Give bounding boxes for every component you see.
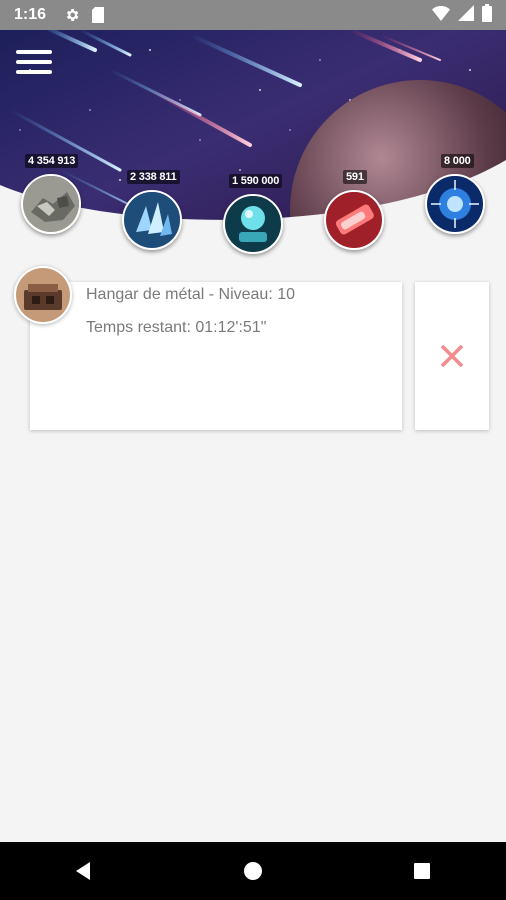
close-icon <box>440 344 464 368</box>
queue-item-title: Hangar de métal - Niveau: 10 <box>86 286 295 303</box>
back-icon <box>76 862 91 880</box>
home-button[interactable] <box>233 851 273 891</box>
resource-energy-blue[interactable]: 8 000 <box>425 154 485 234</box>
build-queue-card <box>30 282 402 430</box>
blue-energy-icon <box>425 174 485 234</box>
metal-ore-icon <box>21 174 81 234</box>
resource-count: 8 000 <box>441 154 474 168</box>
status-bar: 1:16 <box>0 0 506 30</box>
status-time: 1:16 <box>14 6 47 23</box>
signal-icon <box>458 4 474 26</box>
settings-icon <box>64 7 80 23</box>
sd-card-icon <box>92 7 105 23</box>
recents-button[interactable] <box>402 851 442 891</box>
resource-energy-red[interactable]: 591 <box>324 170 384 250</box>
deuterium-icon <box>223 194 283 254</box>
recents-icon <box>413 863 430 879</box>
wifi-icon <box>432 5 450 26</box>
crystal-icon <box>122 190 182 250</box>
resource-count: 2 338 811 <box>127 170 180 184</box>
resource-count: 1 590 000 <box>229 174 283 188</box>
back-button[interactable] <box>64 851 104 891</box>
resource-metal[interactable]: 4 354 913 <box>21 154 81 234</box>
resource-count: 591 <box>343 170 367 184</box>
red-energy-icon <box>324 190 384 250</box>
hamburger-menu-icon <box>16 50 52 54</box>
metal-hangar-icon <box>14 266 72 324</box>
queue-time-remaining: Temps restant: 01:12':51" <box>86 319 267 336</box>
menu-button[interactable] <box>16 50 52 80</box>
home-icon <box>243 862 262 880</box>
resource-count: 4 354 913 <box>25 154 79 168</box>
resource-deuterium[interactable]: 1 590 000 <box>223 174 283 254</box>
cancel-button[interactable] <box>415 282 489 430</box>
battery-icon <box>482 3 492 27</box>
system-nav-bar <box>0 842 506 900</box>
resource-crystal[interactable]: 2 338 811 <box>122 170 182 250</box>
